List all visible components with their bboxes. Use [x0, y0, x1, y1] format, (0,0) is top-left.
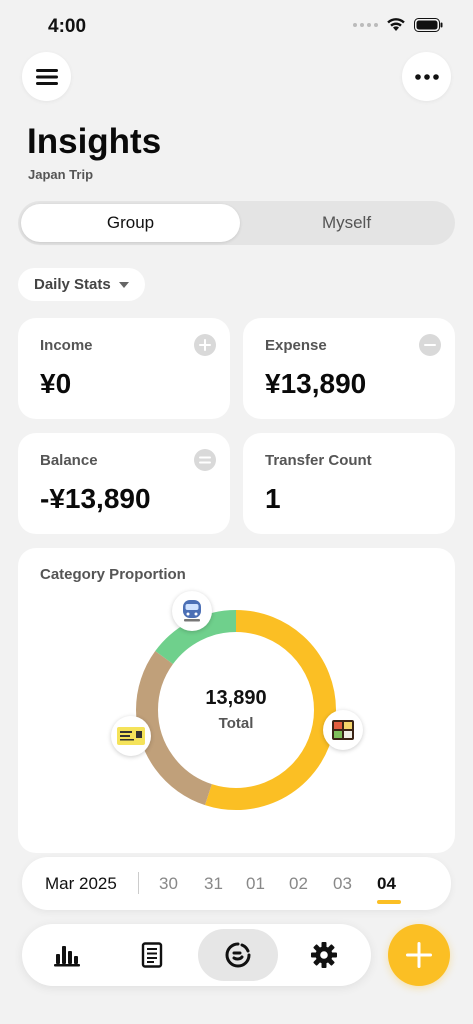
month-label[interactable]: Mar 2025	[45, 874, 117, 894]
category-proportion-card: Category Proportion 13,890 Total	[18, 548, 455, 853]
segment-group[interactable]: Group	[21, 204, 240, 242]
tab-records[interactable]	[112, 929, 192, 981]
selected-day-indicator	[377, 900, 401, 904]
day-item[interactable]: 03	[333, 874, 352, 894]
transfer-count-card[interactable]: Transfer Count 1	[243, 433, 455, 534]
insights-icon	[225, 942, 251, 968]
date-divider	[138, 872, 139, 894]
day-item[interactable]: 30	[159, 874, 178, 894]
chart-icon	[54, 946, 80, 967]
status-bar: 4:00	[0, 0, 473, 54]
menu-button[interactable]	[22, 52, 71, 101]
page-subtitle: Japan Trip	[28, 167, 94, 182]
day-item[interactable]: 02	[289, 874, 308, 894]
transfer-count-label: Transfer Count	[265, 452, 372, 469]
stats-period-dropdown[interactable]: Daily Stats	[18, 268, 145, 301]
receipt-icon	[141, 942, 163, 968]
transfer-count-value: 1	[265, 483, 281, 514]
wifi-icon	[387, 18, 405, 31]
expense-label: Expense	[265, 337, 327, 354]
page-title: Insights	[27, 122, 162, 161]
ticket-icon[interactable]	[111, 716, 151, 756]
status-time: 4:00	[48, 16, 87, 37]
signal-icon	[353, 22, 378, 27]
tab-stats[interactable]	[27, 929, 107, 981]
hamburger-icon	[35, 68, 58, 85]
day-item-selected[interactable]: 04	[377, 874, 396, 894]
food-box-icon[interactable]	[323, 710, 363, 750]
expense-value: ¥13,890	[265, 368, 367, 399]
equals-circle-icon	[194, 449, 216, 471]
more-button[interactable]	[402, 52, 451, 101]
segment-myself[interactable]: Myself	[237, 204, 456, 242]
income-value: ¥0	[40, 368, 72, 399]
gear-icon	[311, 942, 337, 968]
expense-card[interactable]: Expense ¥13,890	[243, 318, 455, 419]
date-selector: Mar 2025 30 31 01 02 03 04	[22, 857, 451, 910]
balance-card[interactable]: Balance -¥13,890	[18, 433, 230, 534]
day-item[interactable]: 01	[246, 874, 265, 894]
tab-bar	[22, 924, 371, 986]
day-item[interactable]: 31	[204, 874, 223, 894]
train-icon[interactable]	[172, 591, 212, 631]
donut-total-value: 13,890	[205, 687, 267, 709]
stats-period-label: Daily Stats	[34, 276, 111, 293]
more-icon	[414, 73, 439, 80]
income-card[interactable]: Income ¥0	[18, 318, 230, 419]
balance-label: Balance	[40, 452, 98, 469]
donut-total-label: Total	[218, 715, 254, 732]
view-segmented-control: Group Myself	[18, 201, 455, 245]
plus-icon	[406, 942, 432, 968]
add-button[interactable]	[388, 924, 450, 986]
plus-circle-icon	[194, 334, 216, 356]
balance-value: -¥13,890	[40, 483, 151, 514]
tab-insights[interactable]	[198, 929, 278, 981]
tab-settings[interactable]	[284, 929, 364, 981]
battery-icon	[414, 17, 443, 32]
income-label: Income	[40, 337, 93, 354]
caret-down-icon	[118, 281, 129, 288]
minus-circle-icon	[419, 334, 441, 356]
